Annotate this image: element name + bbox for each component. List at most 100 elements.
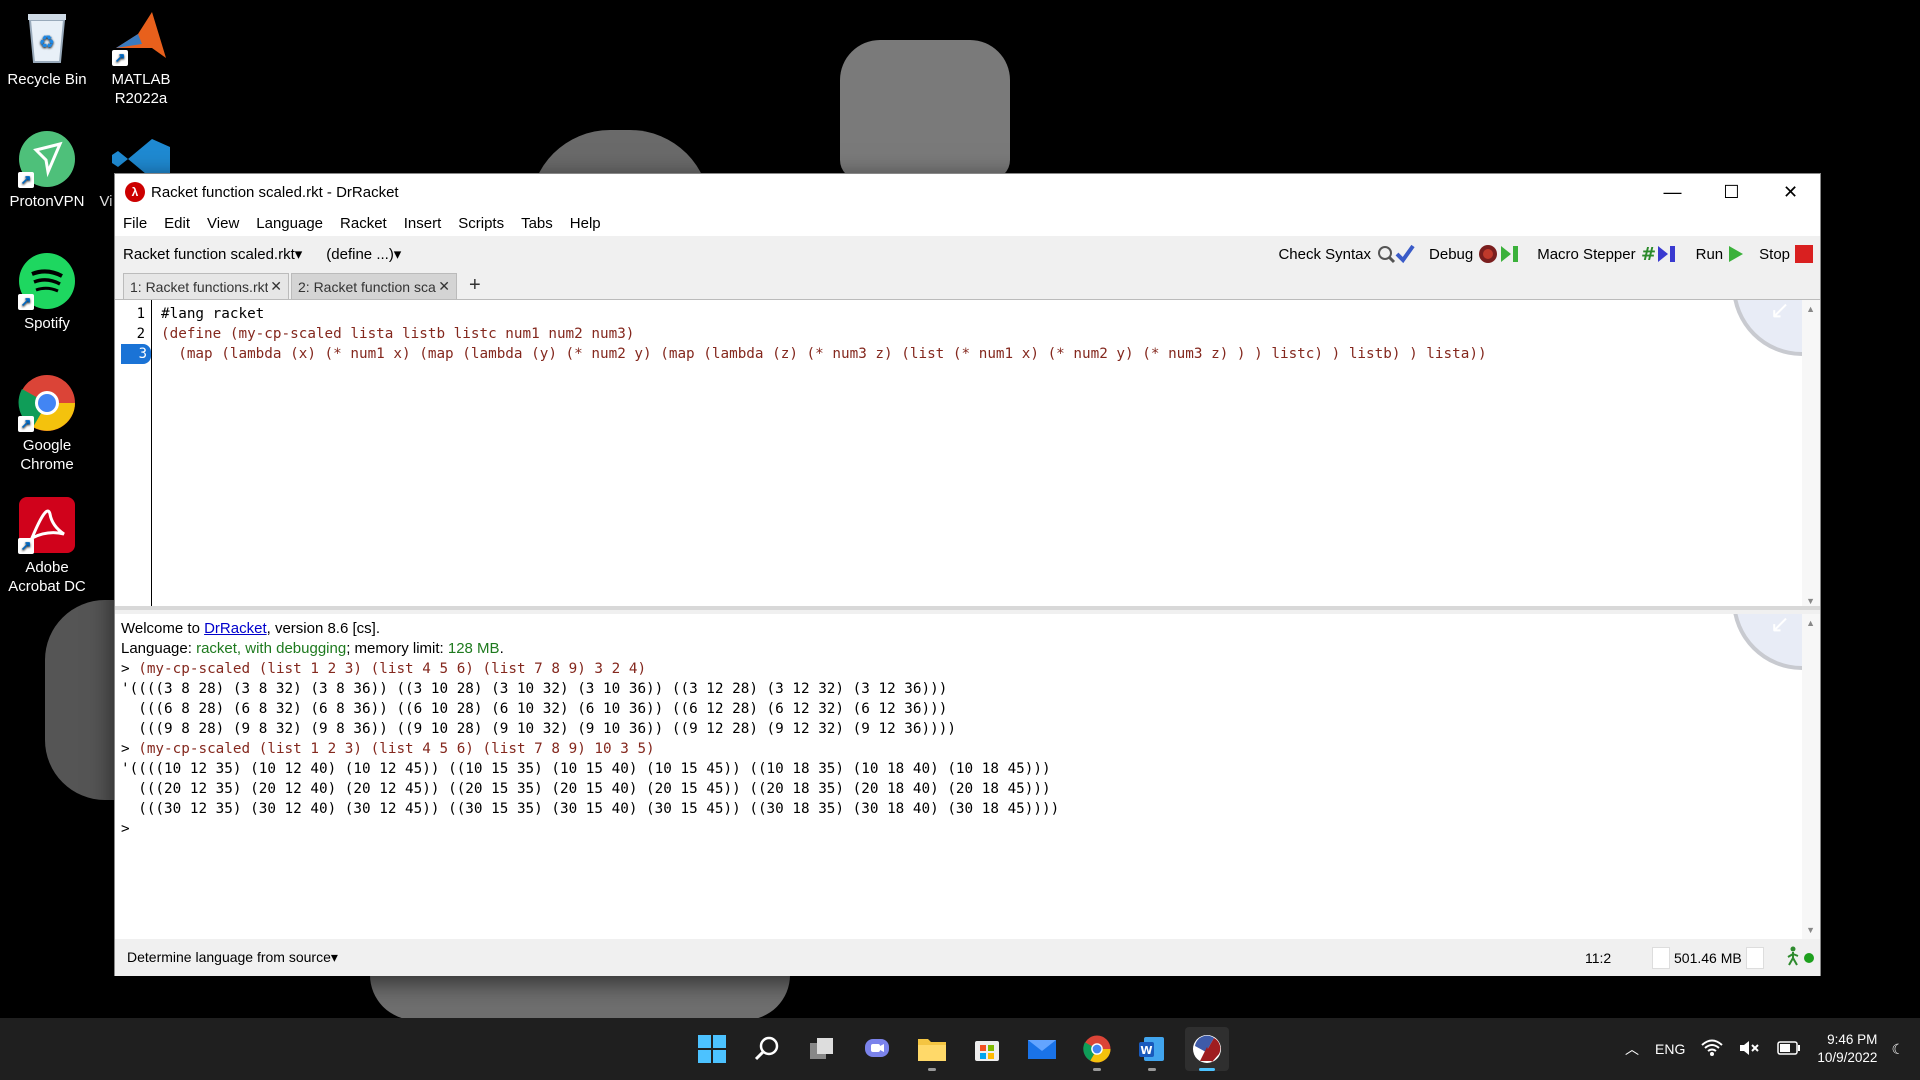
desktop-icon-label: Spotify — [24, 315, 70, 332]
desktop-icon-spotify[interactable]: ↗ Spotify — [2, 252, 92, 333]
run-button[interactable]: Run — [1696, 243, 1746, 265]
acrobat-icon: ↗ — [18, 496, 76, 554]
menu-view[interactable]: View — [207, 215, 239, 232]
menu-file[interactable]: File — [123, 215, 147, 232]
drracket-icon — [1193, 1035, 1221, 1063]
memory-usage[interactable]: 501.46 MB — [1674, 950, 1742, 966]
running-indicator — [928, 1068, 936, 1071]
macro-stepper-button[interactable]: Macro Stepper # — [1537, 243, 1681, 265]
current-line-number: 3 — [121, 344, 151, 364]
close-button[interactable]: ✕ — [1761, 174, 1820, 210]
language-line: Language: racket, with debugging; memory… — [121, 639, 504, 659]
menu-tabs[interactable]: Tabs — [521, 215, 553, 232]
desktop-icon-label: Adobe Acrobat DC — [8, 559, 86, 595]
wifi-icon[interactable] — [1701, 1039, 1724, 1060]
file-explorer-button[interactable] — [910, 1027, 954, 1071]
welcome-line: Welcome to DrRacket, version 8.6 [cs]. — [121, 619, 380, 639]
chrome-icon: ↗ — [18, 374, 76, 432]
svg-text:W: W — [1140, 1044, 1152, 1057]
menu-scripts[interactable]: Scripts — [458, 215, 504, 232]
battery-icon[interactable] — [1777, 1040, 1801, 1058]
background-figure — [370, 975, 790, 1020]
menu-insert[interactable]: Insert — [404, 215, 442, 232]
drracket-taskbar-button[interactable] — [1185, 1027, 1229, 1071]
language-indicator[interactable]: ENG — [1655, 1041, 1685, 1057]
scroll-up-icon[interactable]: ▲ — [1806, 618, 1815, 628]
clock[interactable]: 9:46 PM 10/9/2022 — [1817, 1031, 1877, 1067]
repl-scrollbar[interactable]: ▲ ▼ — [1802, 614, 1820, 939]
folder-icon — [918, 1039, 946, 1061]
menu-racket[interactable]: Racket — [340, 215, 387, 232]
desktop-icon-recycle-bin[interactable]: ♻ Recycle Bin — [2, 8, 92, 89]
repl-prompt: > — [121, 661, 130, 677]
store-icon — [975, 1041, 999, 1061]
bug-play-icon — [1477, 243, 1523, 265]
chat-icon — [865, 1039, 889, 1057]
title-bar[interactable]: λ Racket function scaled.rkt - DrRacket … — [115, 174, 1820, 210]
tab-racket-functions[interactable]: 1: Racket functions.rkt ✕ — [123, 273, 289, 299]
scroll-down-icon[interactable]: ▼ — [1806, 596, 1815, 606]
add-tab-button[interactable]: + — [469, 273, 481, 299]
desktop-icon-google-chrome[interactable]: ↗ Google Chrome — [2, 374, 92, 474]
repl-input: (my-cp-scaled (list 1 2 3) (list 4 5 6) … — [138, 661, 647, 677]
desktop-icon-protonvpn[interactable]: ↗ ProtonVPN — [2, 130, 92, 211]
chrome-taskbar-button[interactable] — [1075, 1027, 1119, 1071]
stop-button[interactable]: Stop — [1759, 243, 1814, 265]
teams-chat-button[interactable] — [855, 1027, 899, 1071]
walker-icon — [1786, 946, 1800, 969]
stop-label: Stop — [1759, 245, 1790, 263]
file-dropdown[interactable]: Racket function scaled.rkt▾ — [123, 245, 302, 263]
close-tab-icon[interactable]: ✕ — [270, 278, 282, 295]
task-view-button[interactable] — [800, 1027, 844, 1071]
version-text: , version 8.6 [cs]. — [266, 620, 380, 637]
line-number-gutter: 1 2 3 — [115, 300, 152, 606]
memory-limit-value: 128 MB — [447, 640, 500, 657]
check-syntax-label: Check Syntax — [1278, 245, 1372, 263]
menu-help[interactable]: Help — [570, 215, 601, 232]
corner-arrow-decoration: ↙ — [1732, 614, 1802, 670]
volume-muted-icon[interactable] — [1739, 1039, 1761, 1060]
notification-moon-icon[interactable]: ☾ — [1891, 1041, 1904, 1058]
editor-scrollbar[interactable]: ▲ ▼ — [1802, 300, 1820, 606]
interactions-pane[interactable]: Welcome to DrRacket, version 8.6 [cs]. L… — [115, 614, 1820, 939]
tab-racket-function-scaled[interactable]: 2: Racket function scaled.rkt ✕ — [291, 273, 457, 299]
search-icon — [754, 1036, 779, 1061]
tab-bar: 1: Racket functions.rkt ✕ 2: Racket func… — [115, 272, 1820, 300]
repl-output-line: '((((3 8 28) (3 8 32) (3 8 36)) ((3 10 2… — [121, 681, 948, 697]
debug-button[interactable]: Debug — [1429, 243, 1523, 265]
definitions-editor[interactable]: 1 2 3 #lang racket (define (my-cp-scaled… — [115, 300, 1820, 610]
drracket-link[interactable]: DrRacket — [204, 620, 267, 637]
check-syntax-button[interactable]: Check Syntax — [1278, 243, 1415, 265]
maximize-button[interactable]: ☐ — [1702, 174, 1761, 210]
menu-language[interactable]: Language — [256, 215, 323, 232]
desktop-icon-adobe-acrobat[interactable]: ↗ Adobe Acrobat DC — [2, 496, 92, 596]
corner-arrow-decoration: ↙ — [1732, 300, 1802, 356]
period: . — [499, 640, 504, 657]
microsoft-store-button[interactable] — [965, 1027, 1009, 1071]
minimize-button[interactable]: — — [1643, 174, 1702, 210]
menu-edit[interactable]: Edit — [164, 215, 190, 232]
shortcut-arrow-icon: ↗ — [18, 294, 34, 310]
word-button[interactable]: W — [1130, 1027, 1174, 1071]
scroll-up-icon[interactable]: ▲ — [1806, 304, 1815, 314]
close-tab-icon[interactable]: ✕ — [438, 278, 450, 295]
scroll-down-icon[interactable]: ▼ — [1806, 925, 1815, 935]
recycle-bin-icon: ♻ — [18, 8, 76, 66]
repl-output-line: (((20 12 35) (20 12 40) (20 12 45)) ((20… — [121, 781, 1051, 797]
repl-input-line: > (my-cp-scaled (list 1 2 3) (list 4 5 6… — [121, 739, 655, 759]
define-dropdown[interactable]: (define ...)▾ — [326, 245, 401, 263]
chevron-up-icon[interactable]: ︿ — [1625, 1039, 1639, 1059]
start-button[interactable] — [690, 1027, 734, 1071]
code-line: #lang racket — [161, 306, 265, 322]
desktop-icon-label: MATLAB R2022a — [111, 71, 171, 107]
desktop-icon-label: Vi — [99, 193, 113, 210]
running-indicator — [1093, 1068, 1101, 1071]
repl-empty-prompt[interactable]: > — [121, 819, 130, 839]
search-button[interactable] — [745, 1027, 789, 1071]
desktop-icon-label: Google Chrome — [20, 437, 74, 473]
language-selector[interactable]: Determine language from source▾ — [127, 949, 338, 966]
desktop-icon-matlab[interactable]: ↗ MATLAB R2022a — [96, 8, 186, 108]
code-line: (define (my-cp-scaled lista listb listc … — [161, 326, 635, 342]
mail-button[interactable] — [1020, 1027, 1064, 1071]
memory-limit-label: ; memory limit: — [346, 640, 448, 657]
